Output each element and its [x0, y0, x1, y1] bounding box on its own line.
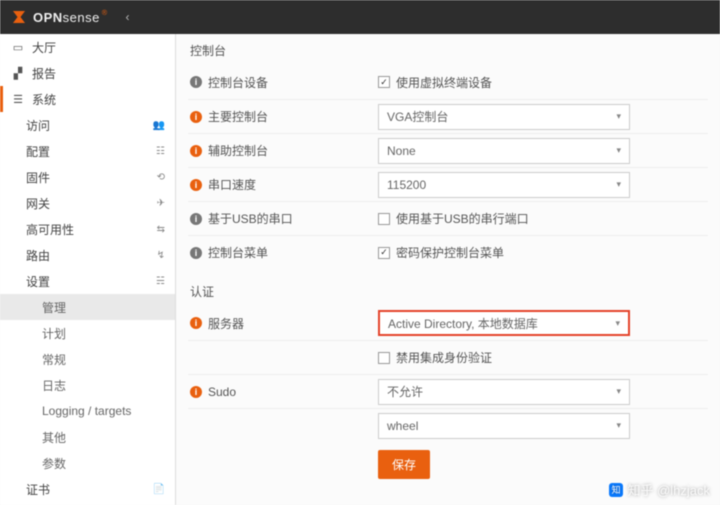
info-icon[interactable]: i: [190, 386, 202, 398]
sidebar-item-logs[interactable]: 日志: [0, 372, 175, 398]
sidebar-item-general[interactable]: 常规: [0, 346, 175, 372]
sidebar-item-cert[interactable]: 证书📄: [0, 476, 175, 502]
sidebar-item-system[interactable]: ☰系统: [0, 86, 175, 112]
sidebar-item-logtargets[interactable]: Logging / targets: [0, 398, 175, 424]
refresh-icon: ⟲: [157, 172, 165, 183]
sidebar-item-route[interactable]: 路由↯: [0, 242, 175, 268]
row-sudo: i Sudo 不允许▾: [188, 374, 708, 408]
cert-icon: 📄: [153, 484, 165, 495]
label-secondary-console: 辅助控制台: [208, 142, 268, 159]
server-icon: ☰: [10, 93, 26, 106]
sidebar-item-params[interactable]: 参数: [0, 450, 175, 476]
settings-icon: ☵: [156, 276, 165, 287]
users-icon: 👥: [153, 120, 165, 131]
monitor-icon: ▭: [10, 41, 26, 54]
info-icon[interactable]: i: [190, 145, 202, 157]
row-server: i 服务器 Active Directory, 本地数据库▾: [188, 306, 708, 340]
sidebar-item-firmware[interactable]: 固件⟲: [0, 164, 175, 190]
zhihu-icon: [609, 483, 623, 497]
route-icon: ↯: [157, 250, 165, 261]
main-content: 控制台 i 控制台设备 使用虚拟终端设备 i 主要控制台 VGA控制台▾ i 辅助控制…: [176, 34, 720, 505]
info-icon[interactable]: i: [190, 317, 202, 329]
select-secondary-console[interactable]: None▾: [378, 138, 630, 164]
sidebar-item-report[interactable]: ▞报告: [0, 60, 175, 86]
select-sudo[interactable]: 不允许▾: [378, 379, 630, 405]
chevron-down-icon: ▾: [616, 145, 621, 156]
row-sudo-group: wheel▾: [188, 408, 708, 442]
label-usb-serial: 基于USB的串口: [208, 210, 293, 227]
sidebar-item-misc[interactable]: 其他: [0, 424, 175, 450]
label-sudo: Sudo: [208, 385, 236, 399]
watermark: 知乎 @lhzjack: [609, 480, 710, 499]
row-serial-speed: i 串口速度 115200▾: [188, 167, 708, 201]
check-label: 使用基于USB的串行端口: [396, 210, 529, 227]
check-label: 禁用集成身份验证: [396, 349, 492, 366]
info-icon[interactable]: i: [190, 179, 202, 191]
section-auth-title: 认证: [188, 279, 708, 306]
app-header: OPNsense® ‹: [0, 0, 720, 34]
label-serial-speed: 串口速度: [208, 176, 256, 193]
select-serial-speed[interactable]: 115200▾: [378, 172, 630, 198]
checkbox-disable-iauth[interactable]: [378, 352, 390, 364]
sidebar-item-mgmt[interactable]: 管理: [0, 294, 175, 320]
check-label: 使用虚拟终端设备: [396, 74, 492, 91]
chevron-down-icon: ▾: [616, 420, 621, 431]
select-sudo-group[interactable]: wheel▾: [378, 413, 630, 439]
row-console-dev: i 控制台设备 使用虚拟终端设备: [188, 65, 708, 99]
chart-icon: ▞: [10, 67, 26, 80]
label-console-dev: 控制台设备: [208, 74, 268, 91]
row-secondary-console: i 辅助控制台 None▾: [188, 133, 708, 167]
sidebar-item-settings[interactable]: 设置☵: [0, 268, 175, 294]
select-primary-console[interactable]: VGA控制台▾: [378, 104, 630, 130]
brand-mark-icon: [10, 8, 28, 26]
check-label: 密码保护控制台菜单: [396, 244, 504, 261]
chevron-down-icon: ▾: [616, 386, 621, 397]
chevron-down-icon: ▾: [616, 179, 621, 190]
collapse-nav-icon[interactable]: ‹: [126, 10, 130, 24]
checkbox-console-menu[interactable]: [378, 247, 390, 259]
send-icon: ✈: [157, 198, 165, 209]
sidebar-item-sched[interactable]: 计划: [0, 320, 175, 346]
checkbox-usb-serial[interactable]: [378, 213, 390, 225]
sidebar-item-lobby[interactable]: ▭大厅: [0, 34, 175, 60]
info-icon[interactable]: i: [190, 111, 202, 123]
sidebar-item-gateway[interactable]: 网关✈: [0, 190, 175, 216]
row-primary-console: i 主要控制台 VGA控制台▾: [188, 99, 708, 133]
label-console-menu: 控制台菜单: [208, 244, 268, 261]
select-auth-server[interactable]: Active Directory, 本地数据库▾: [378, 310, 630, 336]
info-icon[interactable]: i: [190, 247, 202, 259]
sync-icon: ⇆: [157, 224, 165, 235]
section-console-title: 控制台: [188, 38, 708, 65]
brand-text: OPNsense®: [33, 10, 108, 25]
chevron-down-icon: ▾: [616, 111, 621, 122]
brand-logo: OPNsense®: [10, 8, 108, 26]
row-console-menu: i 控制台菜单 密码保护控制台菜单: [188, 235, 708, 269]
chevron-down-icon: ▾: [615, 318, 620, 329]
row-usb-serial: i 基于USB的串口 使用基于USB的串行端口: [188, 201, 708, 235]
sidebar: ▭大厅 ▞报告 ☰系统 访问👥 配置☷ 固件⟲ 网关✈ 高可用性⇆ 路由↯ 设置…: [0, 34, 176, 505]
label-server: 服务器: [208, 315, 244, 332]
checkbox-virtual-terminal[interactable]: [378, 76, 390, 88]
sidebar-item-access[interactable]: 访问👥: [0, 112, 175, 138]
info-icon[interactable]: i: [190, 76, 202, 88]
sliders-icon: ☷: [156, 146, 165, 157]
label-primary-console: 主要控制台: [208, 108, 268, 125]
sidebar-item-ha[interactable]: 高可用性⇆: [0, 216, 175, 242]
save-button[interactable]: 保存: [378, 450, 430, 479]
row-disable-iauth: 禁用集成身份验证: [188, 340, 708, 374]
info-icon[interactable]: i: [190, 213, 202, 225]
sidebar-item-config[interactable]: 配置☷: [0, 138, 175, 164]
